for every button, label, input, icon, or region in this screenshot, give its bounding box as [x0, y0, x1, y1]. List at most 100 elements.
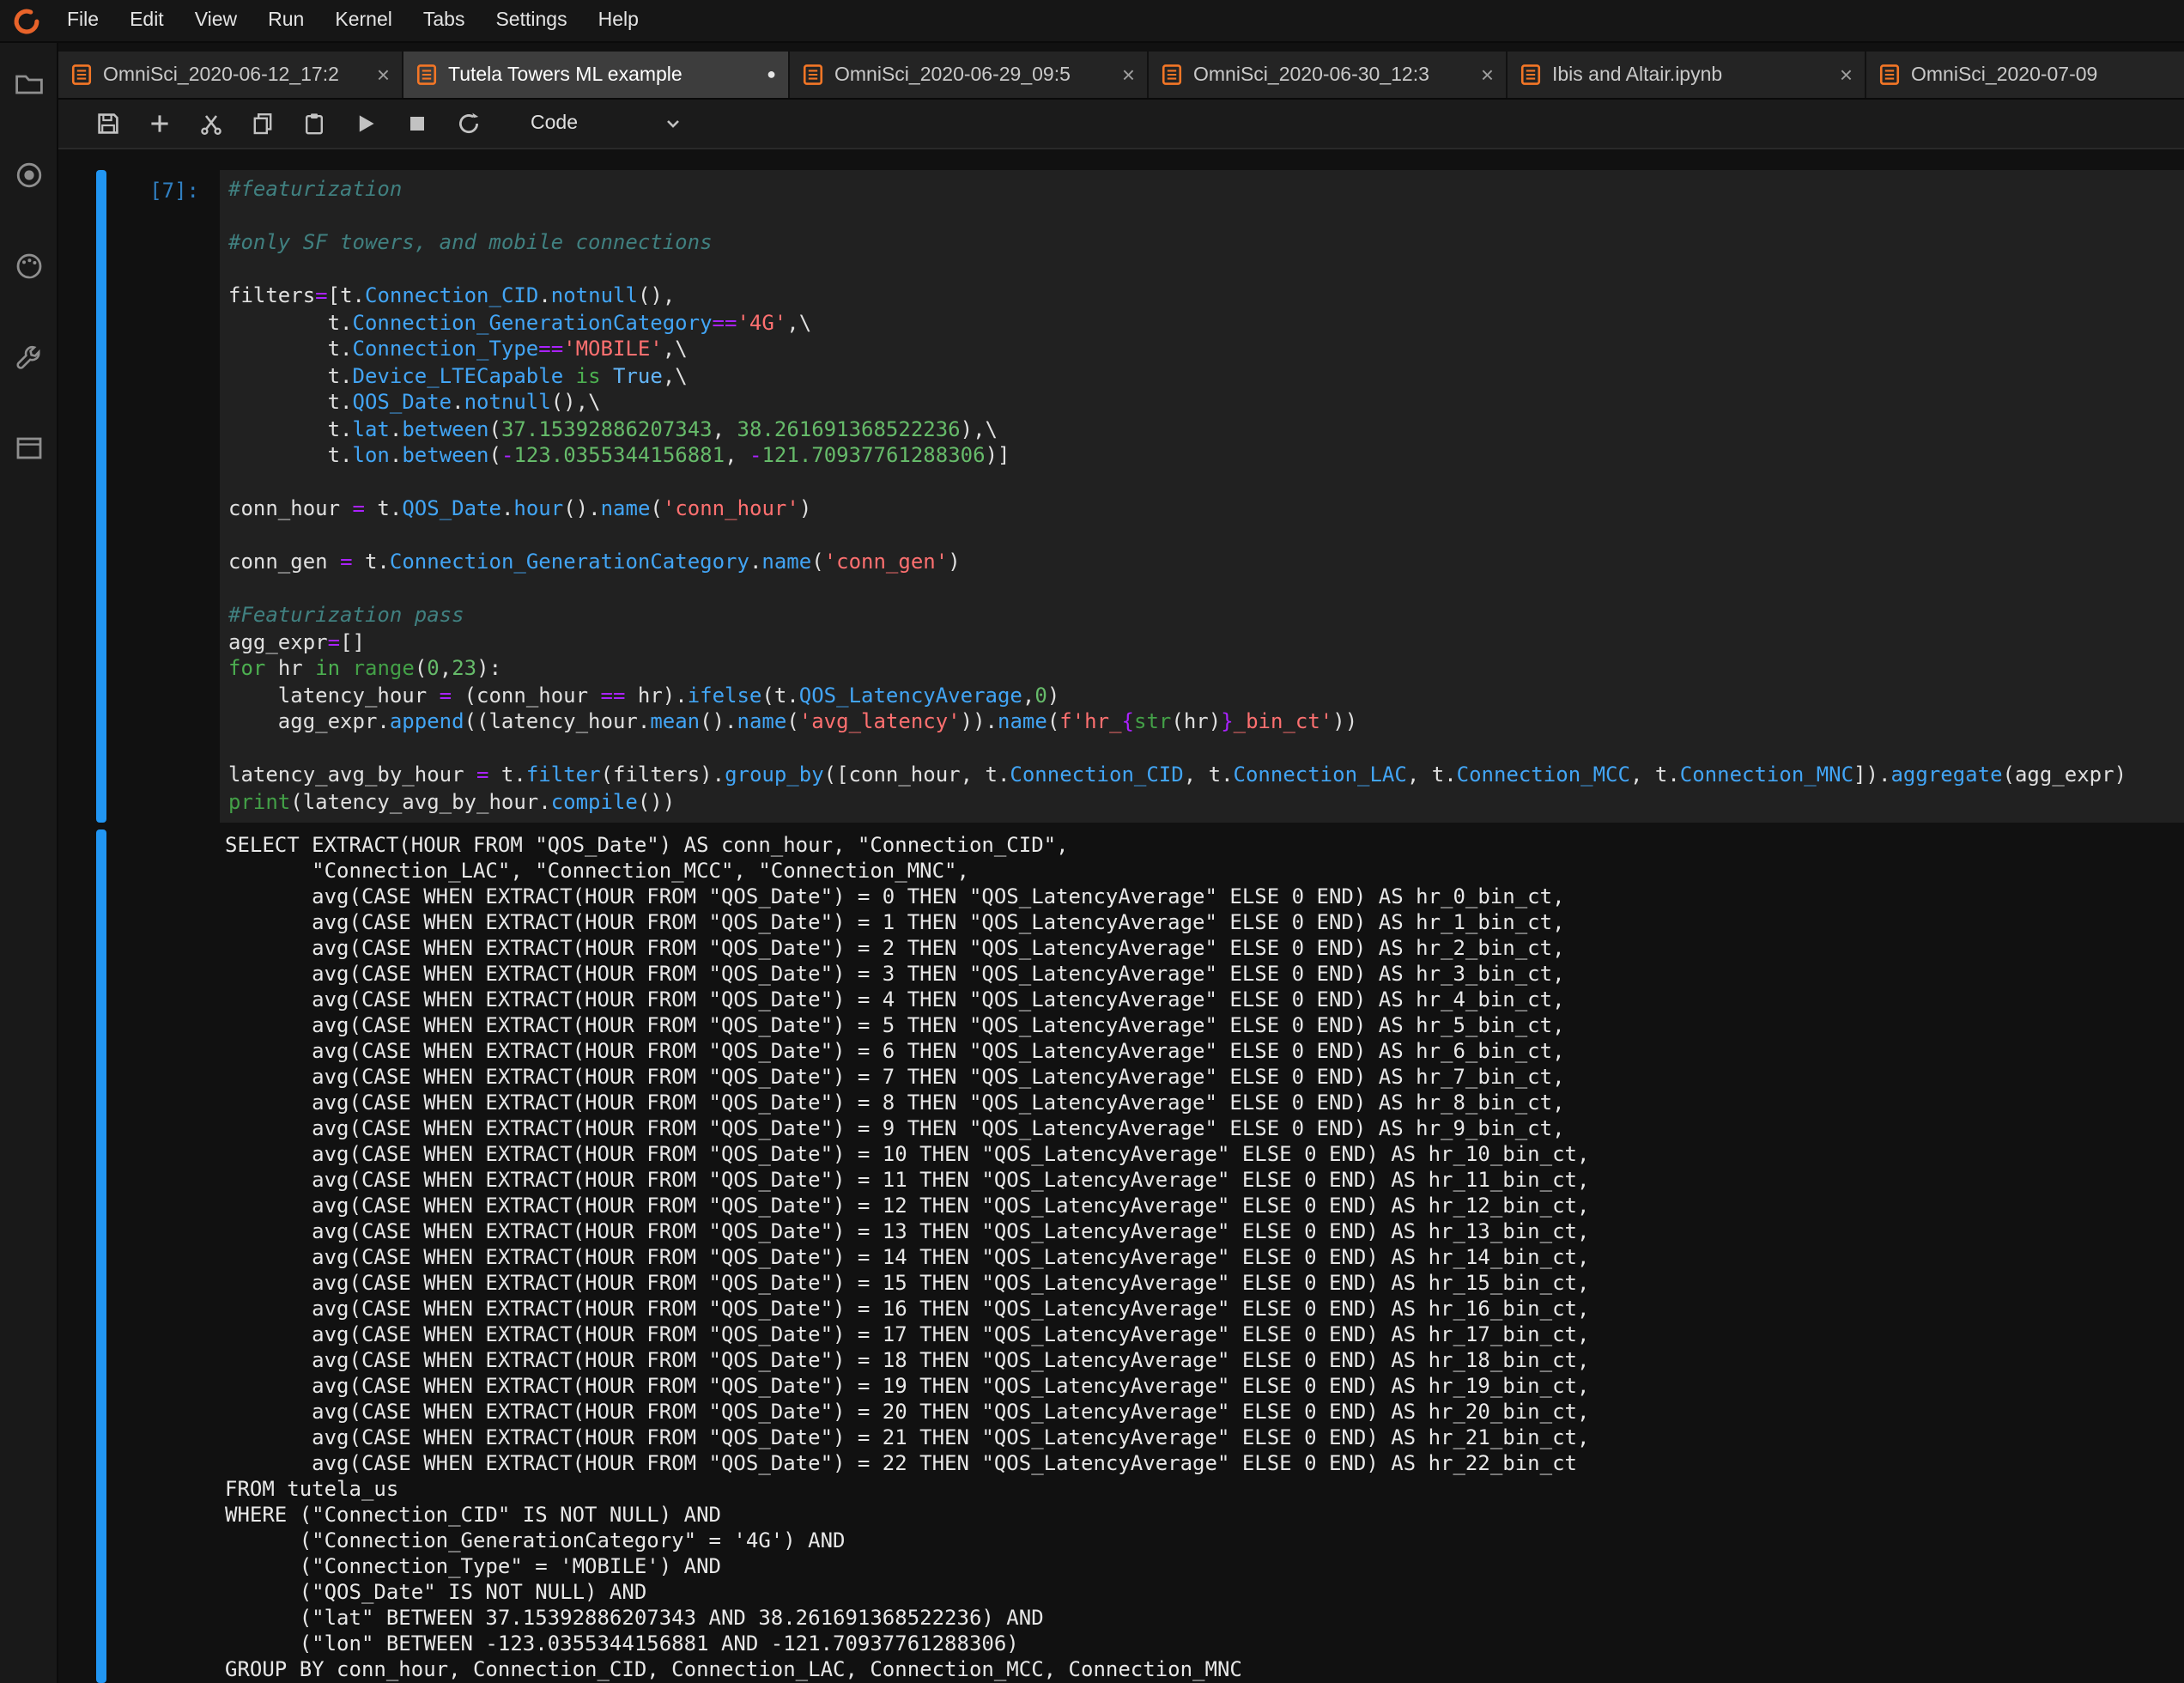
menu-item-file[interactable]: File: [52, 0, 114, 41]
output-line: avg(CASE WHEN EXTRACT(HOUR FROM "QOS_Dat…: [225, 1400, 2184, 1425]
tab-omnisci-2020-06-12-17-2[interactable]: OmniSci_2020-06-12_17:2×: [58, 52, 402, 98]
output-line: avg(CASE WHEN EXTRACT(HOUR FROM "QOS_Dat…: [225, 1297, 2184, 1322]
code-line: agg_expr=[]: [228, 629, 2184, 656]
output-prompt: [106, 829, 220, 1683]
open-tabs-icon[interactable]: [11, 431, 46, 465]
output-line: avg(CASE WHEN EXTRACT(HOUR FROM "QOS_Dat…: [225, 1245, 2184, 1271]
tab-omnisci-2020-06-29-09-5[interactable]: OmniSci_2020-06-29_09:5 ×: [790, 52, 1147, 98]
cell-type-dropdown[interactable]: Code: [524, 106, 689, 141]
left-sidebar: [0, 43, 58, 1683]
tab-omnisci-2020-06-30-12-3[interactable]: OmniSci_2020-06-30_12:3×: [1149, 52, 1506, 98]
output-line: avg(CASE WHEN EXTRACT(HOUR FROM "QOS_Dat…: [225, 936, 2184, 962]
output-line: avg(CASE WHEN EXTRACT(HOUR FROM "QOS_Dat…: [225, 1374, 2184, 1400]
tab-tutela-towers-ml-example[interactable]: Tutela Towers ML example ●: [403, 52, 788, 98]
output-line: avg(CASE WHEN EXTRACT(HOUR FROM "QOS_Dat…: [225, 1065, 2184, 1091]
output-line: avg(CASE WHEN EXTRACT(HOUR FROM "QOS_Dat…: [225, 1142, 2184, 1168]
output-line: avg(CASE WHEN EXTRACT(HOUR FROM "QOS_Dat…: [225, 987, 2184, 1013]
output-line: avg(CASE WHEN EXTRACT(HOUR FROM "QOS_Dat…: [225, 1271, 2184, 1297]
code-line: print(latency_avg_by_hour.compile()): [228, 789, 2184, 816]
code-line: [228, 470, 2184, 496]
code-line: conn_gen = t.Connection_GenerationCatego…: [228, 550, 2184, 576]
output-line: FROM tutela_us: [225, 1477, 2184, 1503]
code-line: t.Connection_GenerationCategory=='4G',\: [228, 310, 2184, 337]
add-cell-icon[interactable]: [139, 105, 180, 143]
menu-items: FileEditViewRunKernelTabsSettingsHelp: [52, 0, 654, 41]
tab-label: OmniSci_2020-06-29_09:5: [834, 64, 1108, 85]
output-line: SELECT EXTRACT(HOUR FROM "QOS_Date") AS …: [225, 833, 2184, 859]
output-collapser[interactable]: [96, 829, 106, 1683]
tab-close-icon[interactable]: ×: [1481, 64, 1494, 86]
notebook-icon: [1878, 64, 1901, 86]
tab-label: Tutela Towers ML example: [448, 64, 753, 85]
copy-icon[interactable]: [242, 105, 283, 143]
output-line: avg(CASE WHEN EXTRACT(HOUR FROM "QOS_Dat…: [225, 962, 2184, 987]
output-line: avg(CASE WHEN EXTRACT(HOUR FROM "QOS_Dat…: [225, 1039, 2184, 1065]
code-line: [228, 204, 2184, 230]
running-sessions-icon[interactable]: [11, 158, 46, 192]
execution-prompt: [7]:: [106, 170, 220, 823]
output-line: WHERE ("Connection_CID" IS NOT NULL) AND: [225, 1503, 2184, 1528]
notebook-icon: [1520, 64, 1542, 86]
file-browser-icon[interactable]: [11, 67, 46, 101]
tab-omnisci-2020-07-09[interactable]: OmniSci_2020-07-09: [1866, 52, 2184, 98]
menu-item-run[interactable]: Run: [252, 0, 319, 41]
command-palette-icon[interactable]: [11, 249, 46, 283]
code-line: t.lat.between(37.15392886207343, 38.2616…: [228, 416, 2184, 443]
code-line: t.Connection_Type=='MOBILE',\: [228, 337, 2184, 363]
output-line: avg(CASE WHEN EXTRACT(HOUR FROM "QOS_Dat…: [225, 1116, 2184, 1142]
tab-label: OmniSci_2020-07-09: [1911, 64, 2184, 85]
run-icon[interactable]: [345, 105, 386, 143]
output-line: avg(CASE WHEN EXTRACT(HOUR FROM "QOS_Dat…: [225, 1322, 2184, 1348]
paste-icon[interactable]: [294, 105, 335, 143]
menu-item-view[interactable]: View: [179, 0, 252, 41]
tab-label: Ibis and Altair.ipynb: [1552, 64, 1826, 85]
menu-item-kernel[interactable]: Kernel: [319, 0, 408, 41]
property-inspector-icon[interactable]: [11, 340, 46, 374]
stop-icon[interactable]: [397, 105, 438, 143]
restart-kernel-icon[interactable]: [448, 105, 489, 143]
notebook-icon: [1161, 64, 1183, 86]
output-line: avg(CASE WHEN EXTRACT(HOUR FROM "QOS_Dat…: [225, 1425, 2184, 1451]
output-line: ("Connection_GenerationCategory" = '4G')…: [225, 1528, 2184, 1554]
code-line: #featurization: [228, 177, 2184, 204]
tab-ibis-and-altair-ipynb[interactable]: Ibis and Altair.ipynb ×: [1508, 52, 1865, 98]
menu-item-tabs[interactable]: Tabs: [408, 0, 481, 41]
omnisci-logo-icon: [11, 6, 40, 35]
cell-output: SELECT EXTRACT(HOUR FROM "QOS_Date") AS …: [58, 829, 2184, 1683]
output-line: avg(CASE WHEN EXTRACT(HOUR FROM "QOS_Dat…: [225, 1013, 2184, 1039]
menu-item-edit[interactable]: Edit: [114, 0, 179, 41]
code-line: for hr in range(0,23):: [228, 656, 2184, 683]
code-line: #only SF towers, and mobile connections: [228, 230, 2184, 257]
output-line: "Connection_LAC", "Connection_MCC", "Con…: [225, 859, 2184, 884]
input-collapser[interactable]: [96, 170, 106, 823]
unsaved-changes-dot: ●: [767, 67, 776, 82]
tab-close-icon[interactable]: ×: [1122, 64, 1135, 86]
output-line: avg(CASE WHEN EXTRACT(HOUR FROM "QOS_Dat…: [225, 1451, 2184, 1477]
chevron-down-icon: [664, 115, 682, 132]
menu-bar: FileEditViewRunKernelTabsSettingsHelp: [0, 0, 2184, 43]
output-line: avg(CASE WHEN EXTRACT(HOUR FROM "QOS_Dat…: [225, 1168, 2184, 1194]
code-editor[interactable]: #featurization #only SF towers, and mobi…: [220, 170, 2184, 823]
code-line: [228, 523, 2184, 550]
menu-item-help[interactable]: Help: [583, 0, 654, 41]
jupyterlab-window: FileEditViewRunKernelTabsSettingsHelp: [0, 0, 2184, 1683]
code-line: #Featurization pass: [228, 603, 2184, 629]
tab-close-icon[interactable]: ×: [377, 64, 390, 86]
output-line: avg(CASE WHEN EXTRACT(HOUR FROM "QOS_Dat…: [225, 884, 2184, 910]
tab-bar: OmniSci_2020-06-12_17:2× Tutela Towers M…: [58, 52, 2184, 100]
app-logo: [0, 6, 52, 35]
cut-icon[interactable]: [191, 105, 232, 143]
cell-type-value: Code: [531, 113, 578, 134]
code-line: filters=[t.Connection_CID.notnull(),: [228, 283, 2184, 310]
save-icon[interactable]: [88, 105, 129, 143]
output-line: avg(CASE WHEN EXTRACT(HOUR FROM "QOS_Dat…: [225, 1194, 2184, 1219]
menu-item-settings[interactable]: Settings: [480, 0, 582, 41]
tab-close-icon[interactable]: ×: [1840, 64, 1853, 86]
output-line: ("lat" BETWEEN 37.15392886207343 AND 38.…: [225, 1606, 2184, 1631]
output-line: avg(CASE WHEN EXTRACT(HOUR FROM "QOS_Dat…: [225, 1219, 2184, 1245]
code-line: t.Device_LTECapable is True,\: [228, 363, 2184, 390]
output-line: avg(CASE WHEN EXTRACT(HOUR FROM "QOS_Dat…: [225, 1091, 2184, 1116]
output-line: ("QOS_Date" IS NOT NULL) AND: [225, 1580, 2184, 1606]
code-cell: [7]: #featurization #only SF towers, and…: [58, 170, 2184, 823]
code-line: conn_hour = t.QOS_Date.hour().name('conn…: [228, 496, 2184, 523]
